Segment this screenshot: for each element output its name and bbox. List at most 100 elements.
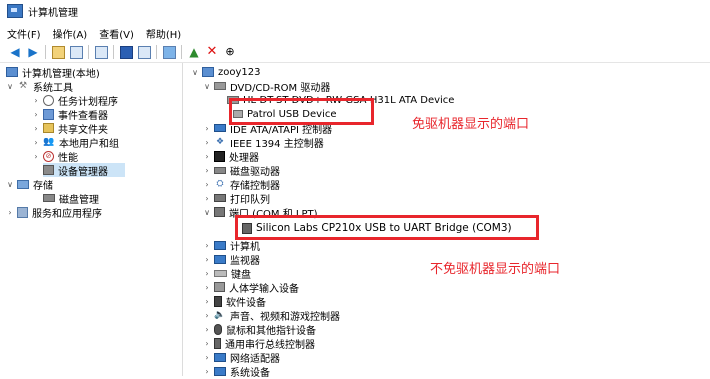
help-icon[interactable] <box>119 45 133 59</box>
keyboard-icon <box>214 269 227 277</box>
ide-controller-icon <box>214 124 226 132</box>
share-icon <box>43 123 54 133</box>
chevron-right-icon[interactable]: › <box>32 110 40 119</box>
chevron-right-icon[interactable]: › <box>203 241 211 250</box>
chevron-right-icon[interactable]: › <box>203 255 211 264</box>
toolbar: ◀ ▶ ▲ ✕ ⊕ <box>0 42 710 63</box>
chevron-right-icon[interactable]: › <box>203 339 211 348</box>
window-title: 计算机管理 <box>28 7 78 19</box>
chevron-right-icon[interactable]: › <box>203 311 211 320</box>
tree-item-keyboards[interactable]: › 键盘 <box>203 266 251 281</box>
up-folder-icon[interactable] <box>51 45 65 59</box>
toolbar-separator <box>113 45 114 59</box>
tree-item-network-adapters[interactable]: › 网络适配器 <box>203 350 280 365</box>
chevron-right-icon[interactable]: › <box>203 297 211 306</box>
tree-item-device-manager[interactable]: 设备管理器 <box>43 163 125 178</box>
tree-item-monitors[interactable]: › 监视器 <box>203 252 260 267</box>
chevron-right-icon[interactable]: › <box>6 208 14 217</box>
chevron-right-icon[interactable]: › <box>203 166 211 175</box>
menu-help[interactable]: 帮助(H) <box>146 26 181 41</box>
chevron-right-icon[interactable]: › <box>203 353 211 362</box>
speaker-icon: 🔈 <box>214 310 226 320</box>
console-tree: 计算机管理(本地) ∨ ⚒ 系统工具 › 任务计划程序 › 事件查看器 › 共享… <box>0 63 183 376</box>
chevron-right-icon[interactable]: › <box>203 283 211 292</box>
monitor-icon <box>214 254 226 264</box>
tree-item-hid[interactable]: › 人体学输入设备 <box>203 280 299 295</box>
processor-icon <box>214 150 225 162</box>
tree-item-software-devices[interactable]: › 软件设备 <box>203 294 266 309</box>
users-icon: 👥 <box>43 137 55 147</box>
chevron-right-icon[interactable]: › <box>32 138 40 147</box>
port-icon <box>214 207 225 217</box>
chevron-down-icon[interactable]: ∨ <box>6 180 14 189</box>
computer-management-icon <box>7 4 23 18</box>
chevron-right-icon[interactable]: › <box>203 194 211 203</box>
highlight-box-cp210x <box>235 215 539 240</box>
storage-icon <box>17 179 29 189</box>
chevron-right-icon[interactable]: › <box>203 325 211 334</box>
chevron-right-icon[interactable]: › <box>32 124 40 133</box>
chevron-down-icon[interactable]: ∨ <box>191 68 199 77</box>
chevron-right-icon[interactable]: › <box>203 124 211 133</box>
devmgr-icon <box>43 165 54 175</box>
tree-item-disk-drives[interactable]: › 磁盘驱动器 <box>203 163 280 178</box>
tree-item-task-scheduler[interactable]: › 任务计划程序 <box>32 93 118 108</box>
tree-item-sound[interactable]: › 🔈 声音、视频和游戏控制器 <box>203 308 340 323</box>
properties-icon[interactable] <box>94 45 108 59</box>
chevron-right-icon[interactable]: › <box>32 152 40 161</box>
tree-item-computer[interactable]: › 计算机 <box>203 238 260 253</box>
ieee1394-icon: ❖ <box>215 137 225 147</box>
monitor-icon[interactable] <box>162 45 176 59</box>
console-tree-icon[interactable] <box>69 45 83 59</box>
chevron-down-icon[interactable]: ∨ <box>203 82 211 91</box>
tree-item-computer-root[interactable]: ∨ zooy123 <box>191 65 260 79</box>
tree-item-shared-folders[interactable]: › 共享文件夹 <box>32 121 108 136</box>
chevron-right-icon[interactable]: › <box>203 152 211 161</box>
event-icon <box>43 108 54 120</box>
chevron-right-icon[interactable]: › <box>203 180 211 189</box>
tree-item-performance[interactable]: › ⊘ 性能 <box>32 149 78 164</box>
network-adapter-icon <box>214 352 226 362</box>
tree-item-dvd-drives[interactable]: ∨ DVD/CD-ROM 驱动器 <box>203 79 330 94</box>
tree-item-storage[interactable]: ∨ 存储 <box>6 177 53 192</box>
tree-item-print-queues[interactable]: › 打印队列 <box>203 191 270 206</box>
tree-item-system-tools[interactable]: ∨ ⚒ 系统工具 <box>6 79 73 94</box>
chevron-down-icon[interactable]: ∨ <box>203 208 211 217</box>
tree-item-usb-controllers[interactable]: › 通用串行总线控制器 <box>203 336 315 351</box>
menu-view[interactable]: 查看(V) <box>99 26 134 41</box>
download-icon[interactable]: ⊕ <box>223 45 237 59</box>
toolbar-separator <box>181 45 182 59</box>
forward-arrow-icon[interactable]: ▶ <box>26 45 40 59</box>
annotation-driverless: 免驱机器显示的端口 <box>412 117 530 132</box>
tree-item-mice[interactable]: › 鼠标和其他指针设备 <box>203 322 316 337</box>
tree-item-local-users[interactable]: › 👥 本地用户和组 <box>32 135 119 150</box>
chevron-right-icon[interactable]: › <box>203 269 211 278</box>
tree-item-computer-management[interactable]: 计算机管理(本地) <box>6 65 100 80</box>
printer-icon <box>214 194 226 202</box>
disk-icon <box>43 194 55 202</box>
dvd-drive-icon <box>214 82 226 90</box>
tree-item-storage-controllers[interactable]: › ⛭ 存储控制器 <box>203 177 280 192</box>
menu-file[interactable]: 文件(F) <box>7 26 41 41</box>
tree-item-event-viewer[interactable]: › 事件查看器 <box>32 107 108 122</box>
chevron-right-icon[interactable]: › <box>203 367 211 376</box>
menu-action[interactable]: 操作(A) <box>53 26 88 41</box>
annotation-non-driverless: 不免驱机器显示的端口 <box>430 262 561 277</box>
computer-icon <box>202 67 214 77</box>
clock-icon <box>43 94 54 106</box>
chevron-down-icon[interactable]: ∨ <box>6 82 14 91</box>
tree-item-processors[interactable]: › 处理器 <box>203 149 259 164</box>
update-driver-icon[interactable]: ▲ <box>187 45 201 59</box>
tree-item-disk-management[interactable]: 磁盘管理 <box>43 191 99 206</box>
chevron-right-icon[interactable]: › <box>32 96 40 105</box>
toolbar-separator <box>45 45 46 59</box>
delete-icon[interactable]: ✕ <box>205 45 219 59</box>
highlight-box-patrol <box>229 98 374 125</box>
back-arrow-icon[interactable]: ◀ <box>8 45 22 59</box>
computer-icon <box>6 67 18 77</box>
tree-item-ieee1394[interactable]: › ❖ IEEE 1394 主控制器 <box>203 135 323 150</box>
view-icon[interactable] <box>137 45 151 59</box>
toolbar-separator <box>156 45 157 59</box>
tree-item-services-apps[interactable]: › 服务和应用程序 <box>6 205 102 220</box>
chevron-right-icon[interactable]: › <box>203 138 211 147</box>
